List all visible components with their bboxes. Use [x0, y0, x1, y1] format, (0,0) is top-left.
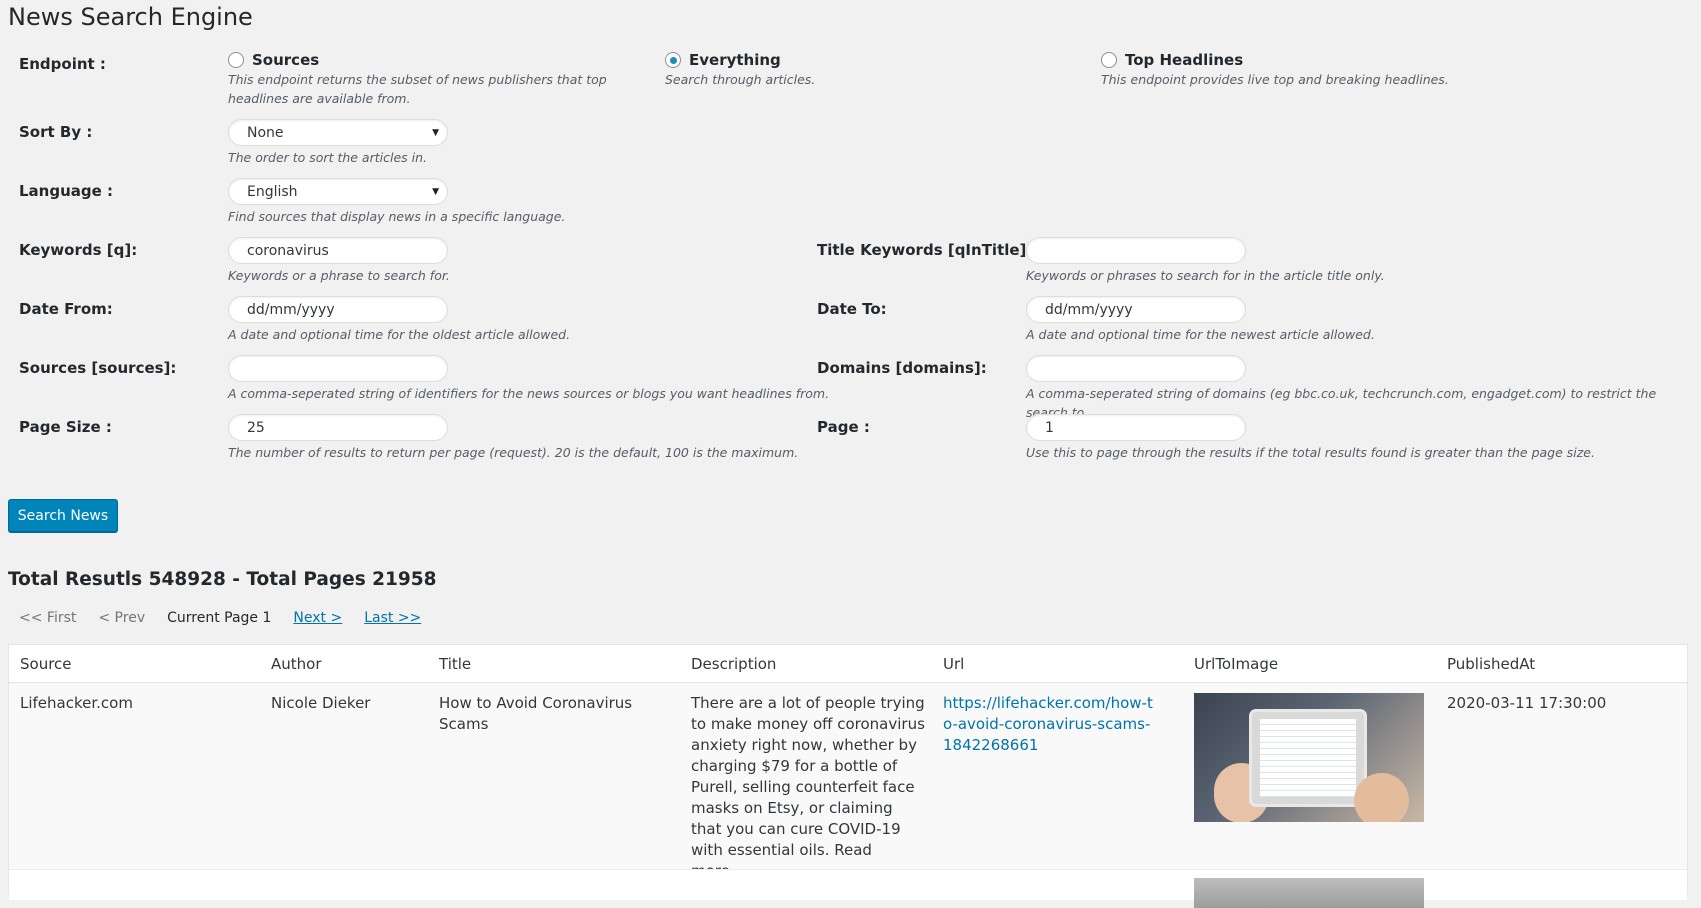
- page-label: Page :: [817, 418, 870, 436]
- domains-input[interactable]: [1026, 355, 1246, 382]
- title-keywords-input[interactable]: [1026, 237, 1246, 264]
- page-size-input[interactable]: 25: [228, 414, 448, 441]
- col-header-title: Title: [439, 655, 472, 673]
- thumbnail-tablet-shape: [1249, 709, 1367, 807]
- radio-sources-dot[interactable]: [228, 52, 244, 68]
- sources-hint: A comma-seperated string of identifiers …: [228, 386, 830, 401]
- keywords-label: Keywords [q]:: [19, 241, 138, 259]
- date-to-label: Date To:: [817, 300, 887, 318]
- domains-label: Domains [domains]:: [817, 359, 987, 377]
- page-size-value: 25: [247, 419, 265, 436]
- everything-endpoint-desc: Search through articles.: [665, 72, 816, 87]
- page-title: News Search Engine: [8, 3, 253, 31]
- pager-first: << First: [19, 610, 77, 626]
- pagination: << First < Prev Current Page 1 Next > La…: [19, 610, 421, 626]
- sources-input[interactable]: [228, 355, 448, 382]
- table-header: Source Author Title Description Url UrlT…: [9, 645, 1687, 683]
- results-totals: Total Resutls 548928 - Total Pages 21958: [8, 569, 437, 590]
- col-header-url: Url: [943, 655, 965, 673]
- date-to-hint: A date and optional time for the newest …: [1026, 327, 1375, 342]
- language-value: English: [247, 183, 298, 200]
- language-label: Language :: [19, 182, 114, 200]
- radio-top-headlines-label: Top Headlines: [1125, 51, 1244, 69]
- page-size-hint: The number of results to return per page…: [228, 445, 799, 460]
- pager-next-link[interactable]: Next >: [293, 610, 342, 626]
- keywords-hint: Keywords or a phrase to search for.: [228, 268, 450, 283]
- cell-author: Nicole Dieker: [271, 694, 371, 712]
- search-news-button[interactable]: Search News: [8, 499, 118, 532]
- radio-top-headlines-dot[interactable]: [1101, 52, 1117, 68]
- keywords-input[interactable]: coronavirus: [228, 237, 448, 264]
- col-header-source: Source: [20, 655, 72, 673]
- cell-title: How to Avoid Coronavirus Scams: [439, 694, 633, 733]
- title-keywords-label: Title Keywords [qInTitle]:: [817, 241, 1033, 259]
- date-to-value: dd/mm/yyyy: [1045, 301, 1133, 318]
- sort-by-hint: The order to sort the articles in.: [228, 150, 427, 165]
- cell-source: Lifehacker.com: [20, 694, 133, 712]
- date-to-input[interactable]: dd/mm/yyyy: [1026, 296, 1246, 323]
- col-header-publishedat: PublishedAt: [1447, 655, 1536, 673]
- table-row: Lifehacker.com Nicole Dieker How to Avoi…: [9, 683, 1687, 880]
- results-table: Source Author Title Description Url UrlT…: [8, 644, 1688, 908]
- pager-current: Current Page 1: [167, 610, 272, 626]
- pager-last-link[interactable]: Last >>: [364, 610, 421, 626]
- sort-by-select[interactable]: None ▼: [228, 119, 448, 146]
- date-from-hint: A date and optional time for the oldest …: [228, 327, 571, 342]
- sort-by-label: Sort By :: [19, 123, 93, 141]
- page-value: 1: [1045, 419, 1054, 436]
- radio-top-headlines[interactable]: Top Headlines: [1101, 51, 1243, 69]
- col-header-description: Description: [691, 655, 777, 673]
- chevron-down-icon: ▼: [432, 186, 439, 197]
- radio-everything[interactable]: Everything: [665, 51, 781, 69]
- cell-description: There are a lot of people trying to make…: [691, 694, 925, 880]
- col-header-author: Author: [271, 655, 322, 673]
- table-row: [9, 869, 1687, 908]
- col-header-urltoimage: UrlToImage: [1194, 655, 1279, 673]
- chevron-down-icon: ▼: [432, 127, 439, 138]
- radio-sources[interactable]: Sources: [228, 51, 319, 69]
- page-input[interactable]: 1: [1026, 414, 1246, 441]
- top-headlines-endpoint-desc: This endpoint provides live top and brea…: [1101, 72, 1449, 87]
- sources-endpoint-desc: This endpoint returns the subset of news…: [228, 72, 607, 106]
- date-from-input[interactable]: dd/mm/yyyy: [228, 296, 448, 323]
- article-thumbnail-image: [1194, 878, 1424, 908]
- sort-by-value: None: [247, 124, 284, 141]
- date-from-value: dd/mm/yyyy: [247, 301, 335, 318]
- language-hint: Find sources that display news in a spec…: [228, 209, 566, 224]
- article-url-link[interactable]: https://lifehacker.com/how-to-avoid-coro…: [943, 694, 1153, 754]
- endpoint-label: Endpoint :: [19, 55, 106, 73]
- cell-url: https://lifehacker.com/how-to-avoid-coro…: [943, 693, 1158, 756]
- pager-prev: < Prev: [98, 610, 146, 626]
- language-select[interactable]: English ▼: [228, 178, 448, 205]
- sources-label: Sources [sources]:: [19, 359, 177, 377]
- cell-published-at: 2020-03-11 17:30:00: [1447, 694, 1607, 712]
- page-hint: Use this to page through the results if …: [1026, 445, 1595, 460]
- title-keywords-hint: Keywords or phrases to search for in the…: [1026, 268, 1385, 283]
- radio-everything-label: Everything: [689, 51, 781, 69]
- radio-sources-label: Sources: [252, 51, 320, 69]
- article-thumbnail-image: [1194, 693, 1424, 822]
- page-size-label: Page Size :: [19, 418, 112, 436]
- date-from-label: Date From:: [19, 300, 113, 318]
- thumbnail-hand-shape: [1354, 773, 1409, 822]
- keywords-value: coronavirus: [247, 242, 329, 259]
- radio-everything-dot[interactable]: [665, 52, 681, 68]
